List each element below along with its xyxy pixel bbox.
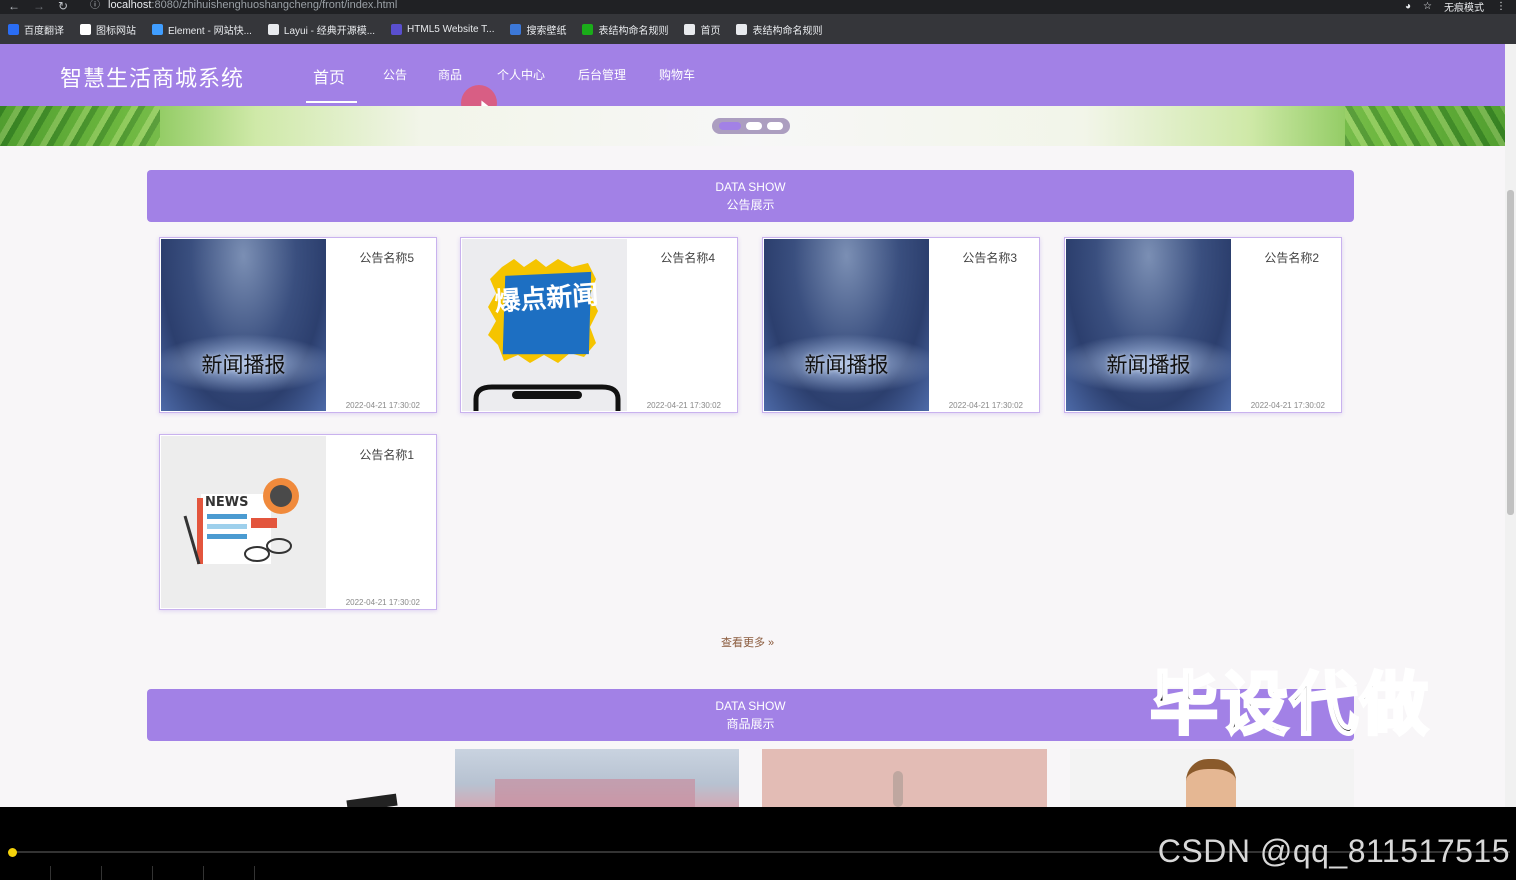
bookmark-item[interactable]: 表结构命名规则	[582, 22, 668, 37]
page-scrollbar[interactable]	[1505, 44, 1516, 807]
notice-title: 公告名称3	[962, 251, 1017, 265]
video-player-bar: CSDN @qq_811517515	[0, 807, 1516, 880]
svg-text:NEWS: NEWS	[205, 495, 248, 510]
player-controls	[0, 866, 260, 880]
bookmark-item[interactable]: 搜索壁纸	[510, 22, 566, 37]
notice-section-header: DATA SHOW 公告展示	[147, 170, 1354, 222]
site-header: 智慧生活商城系统 首页 公告 商品 个人中心 后台管理 购物车	[0, 44, 1505, 121]
bookmark-label: 图标网站	[96, 25, 136, 37]
notice-card[interactable]: 爆点新闻 公告名称4 2022-04-21 17:30:02	[460, 237, 738, 413]
product-image	[893, 771, 903, 807]
bookmark-icon	[391, 23, 403, 35]
bookmark-icon	[152, 23, 163, 35]
browser-address-bar: ← → ↻ ⓘ localhost:8080/zhihuishenghuosha…	[0, 0, 1516, 14]
site-title: 智慧生活商城系统	[60, 66, 245, 91]
bookmark-label: Element - 网站快...	[168, 25, 252, 37]
nav-admin[interactable]: 后台管理	[578, 66, 626, 83]
bookmark-icon	[684, 23, 696, 35]
nav-home[interactable]: 首页	[313, 64, 345, 88]
carousel-dot-2[interactable]	[746, 122, 762, 130]
notice-image: 爆点新闻	[462, 239, 627, 411]
bookmark-item[interactable]: Element - 网站快...	[152, 22, 252, 37]
watermark-overlay: 毕设代做	[1148, 666, 1431, 745]
bookmark-icon	[267, 23, 279, 35]
carousel-dot-1[interactable]	[719, 122, 741, 130]
url-field[interactable]: localhost:8080/zhihuishenghuoshangcheng/…	[108, 0, 397, 11]
menu-icon[interactable]: ⋮	[1496, 1, 1506, 12]
bookmark-item[interactable]: 首页	[684, 22, 720, 37]
forward-icon[interactable]: →	[33, 0, 45, 12]
bookmarks-bar: 百度翻译 图标网站 Element - 网站快... Layui - 经典开源模...…	[0, 14, 1516, 44]
leaf-decoration-right	[1345, 106, 1505, 146]
carousel-dot-3[interactable]	[767, 122, 783, 130]
bookmark-item[interactable]: HTML5 Website T...	[391, 23, 495, 35]
view-more-link[interactable]: 查看更多 »	[721, 634, 774, 650]
bookmark-icon	[510, 23, 522, 35]
bookmark-icon	[80, 23, 91, 35]
product-card[interactable]	[762, 749, 1047, 807]
notice-image: 新闻播报	[161, 239, 326, 411]
star-icon[interactable]: ☆	[1423, 1, 1432, 12]
info-icon[interactable]: ⓘ	[90, 0, 100, 12]
bookmark-item[interactable]: 百度翻译	[8, 22, 64, 37]
product-card[interactable]	[1070, 749, 1354, 807]
bookmark-label: 表结构命名规则	[598, 25, 669, 37]
nav-products[interactable]: 商品	[438, 66, 462, 83]
eye-off-icon[interactable]: ◕	[1405, 1, 1411, 12]
leaf-decoration-left	[0, 106, 160, 146]
notice-image: 新闻播报	[764, 239, 929, 411]
notice-card[interactable]: 新闻播报 公告名称3 2022-04-21 17:30:02	[762, 237, 1040, 413]
notice-card[interactable]: 新闻播报 公告名称5 2022-04-21 17:30:02	[159, 237, 437, 413]
bookmark-label: 百度翻译	[24, 25, 64, 37]
product-image	[495, 779, 695, 807]
notice-date: 2022-04-21 17:30:02	[646, 401, 721, 410]
nav-notice[interactable]: 公告	[383, 66, 407, 83]
notice-card[interactable]: NEWS 公告名称1 2022-04-21 17:30:02	[159, 434, 437, 610]
notice-title: 公告名称2	[1264, 251, 1319, 265]
bookmark-item[interactable]: Layui - 经典开源模...	[267, 22, 376, 37]
nav-cart[interactable]: 购物车	[659, 66, 695, 83]
product-image	[1186, 759, 1236, 807]
notice-date: 2022-04-21 17:30:02	[345, 401, 420, 410]
product-image	[346, 793, 398, 807]
bookmark-label: HTML5 Website T...	[407, 23, 495, 35]
product-card[interactable]	[147, 749, 437, 807]
product-card[interactable]	[455, 749, 739, 807]
notice-date: 2022-04-21 17:30:02	[948, 401, 1023, 410]
bookmark-label: 表结构命名规则	[752, 25, 823, 37]
notice-title: 公告名称4	[660, 251, 715, 265]
notice-date: 2022-04-21 17:30:02	[1250, 401, 1325, 410]
incognito-badge[interactable]: 无痕模式	[1444, 0, 1484, 14]
reload-icon[interactable]: ↻	[58, 0, 68, 12]
bookmark-icon	[582, 23, 594, 35]
notice-title: 公告名称1	[359, 448, 414, 462]
section-title-zh: 公告展示	[726, 198, 775, 212]
notice-image: NEWS	[161, 436, 326, 608]
notice-date: 2022-04-21 17:30:02	[345, 598, 420, 607]
back-icon[interactable]: ←	[8, 0, 20, 12]
section-title-en: DATA SHOW	[715, 180, 786, 194]
bookmark-icon	[8, 23, 19, 35]
newspaper-illustration: NEWS	[161, 436, 326, 608]
page-viewport: 智慧生活商城系统 首页 公告 商品 个人中心 后台管理 购物车 DATA SHO…	[0, 44, 1516, 807]
bookmark-label: Layui - 经典开源模...	[283, 25, 376, 37]
carousel-indicator	[712, 118, 790, 134]
bookmark-item[interactable]: 图标网站	[80, 22, 136, 37]
bookmark-icon	[736, 23, 748, 35]
bookmark-label: 搜索壁纸	[526, 25, 567, 37]
nav-user-center[interactable]: 个人中心	[497, 66, 545, 83]
nav-active-indicator	[306, 101, 357, 103]
scrollbar-thumb[interactable]	[1507, 190, 1514, 515]
breaking-news-illustration: 爆点新闻	[462, 239, 627, 411]
notice-title: 公告名称5	[359, 251, 414, 265]
progress-knob[interactable]	[8, 848, 17, 857]
notice-image: 新闻播报	[1066, 239, 1231, 411]
bookmark-label: 首页	[700, 25, 721, 37]
bookmark-item[interactable]: 表结构命名规则	[736, 22, 822, 37]
credit-watermark: CSDN @qq_811517515	[1157, 833, 1510, 869]
notice-card[interactable]: 新闻播报 公告名称2 2022-04-21 17:30:02	[1064, 237, 1342, 413]
